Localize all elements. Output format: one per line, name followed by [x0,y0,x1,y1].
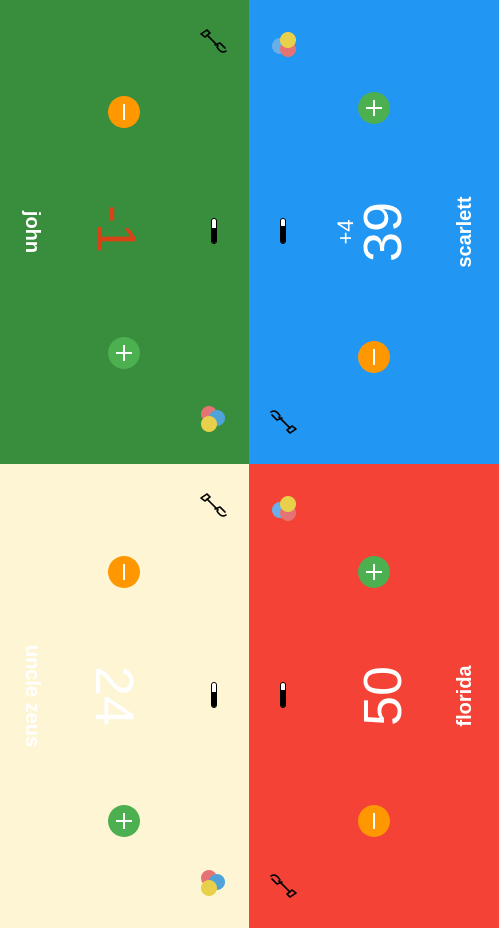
increment-button-florida[interactable] [358,556,390,588]
player-name-scarlett: scarlett [454,196,476,268]
score-florida: 50 [353,665,413,727]
battery-icon [280,218,286,244]
score-uncle-zeus: 24 [84,665,144,727]
decrement-button-uncle-zeus[interactable] [108,556,140,588]
battery-icon [211,682,217,708]
decrement-button-john[interactable] [108,96,140,128]
player-panel-uncle-zeus: uncle zeus 24 [0,464,249,928]
score-scarlett: 39 [353,201,413,263]
player-panel-florida: 50 florida [249,464,499,928]
decrement-button-florida[interactable] [358,805,390,837]
player-panel-john: john -1 [0,0,249,464]
battery-icon [211,218,217,244]
palette-icon[interactable] [268,29,300,61]
increment-button-john[interactable] [108,337,140,369]
player-name-uncle-zeus: uncle zeus [21,644,43,748]
player-name-john: john [21,210,43,254]
hammer-icon[interactable] [267,867,299,899]
palette-icon[interactable] [197,867,229,899]
palette-icon[interactable] [268,493,300,525]
player-name-florida: florida [454,665,476,727]
hammer-icon[interactable] [267,403,299,435]
score-john: -1 [86,204,146,254]
increment-button-scarlett[interactable] [358,92,390,124]
palette-icon[interactable] [197,403,229,435]
battery-icon [280,682,286,708]
decrement-button-scarlett[interactable] [358,341,390,373]
hammer-icon[interactable] [198,492,230,524]
hammer-icon[interactable] [198,28,230,60]
increment-button-uncle-zeus[interactable] [108,805,140,837]
player-panel-scarlett: +4 39 scarlett [249,0,499,464]
